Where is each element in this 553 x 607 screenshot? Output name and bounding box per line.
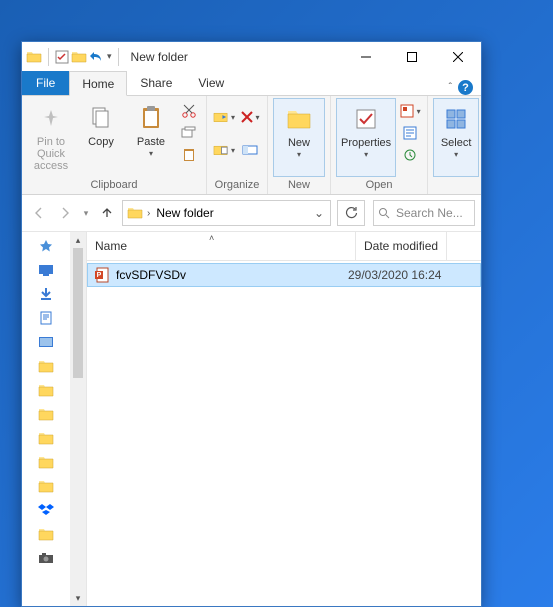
group-label-organize: Organize xyxy=(215,177,260,194)
properties-button[interactable]: Properties ▾ xyxy=(336,98,396,177)
undo-icon[interactable] xyxy=(89,50,105,64)
separator xyxy=(48,48,49,66)
search-icon xyxy=(378,207,390,219)
desktop-icon[interactable] xyxy=(37,262,55,278)
folder-icon[interactable] xyxy=(37,430,55,446)
tab-share[interactable]: Share xyxy=(127,70,185,95)
title-bar: ▾ New folder xyxy=(22,42,481,71)
svg-text:P: P xyxy=(97,272,102,279)
pin-to-quick-access-button[interactable]: Pin to Quick access xyxy=(26,98,76,172)
search-input[interactable] xyxy=(394,205,470,221)
cut-icon[interactable] xyxy=(178,101,200,121)
column-date-modified[interactable]: Date modified xyxy=(356,232,447,260)
ribbon-group-new: New ▾ New xyxy=(268,96,330,194)
refresh-button[interactable] xyxy=(337,200,365,226)
maximize-button[interactable] xyxy=(389,42,435,71)
scroll-down-icon[interactable]: ▾ xyxy=(70,590,86,606)
file-rows[interactable]: P fcvSDFVSDv 29/03/2020 16:24 xyxy=(87,261,481,606)
help-icon[interactable]: ? xyxy=(458,80,473,95)
tab-file[interactable]: File xyxy=(22,71,69,95)
folder-icon[interactable] xyxy=(37,382,55,398)
recent-locations-button[interactable]: ▾ xyxy=(80,202,92,224)
group-label-clipboard: Clipboard xyxy=(90,177,137,194)
scroll-thumb[interactable] xyxy=(73,248,83,378)
close-button[interactable] xyxy=(435,42,481,71)
folder-icon xyxy=(125,206,145,220)
content-area: ▴ ▾ Name Date modified ˄ P fcvSDFVSDv 29… xyxy=(22,232,481,606)
ribbon-tabs: File Home Share View ˆ ? xyxy=(22,71,481,96)
back-button[interactable] xyxy=(28,202,50,224)
column-name[interactable]: Name xyxy=(87,232,356,260)
new-folder-qat-icon[interactable] xyxy=(71,49,87,65)
folder-icon xyxy=(26,49,42,65)
folder-icon[interactable] xyxy=(37,526,55,542)
copy-path-icon[interactable] xyxy=(178,123,200,143)
move-to-icon[interactable]: ▾ xyxy=(213,107,235,127)
window-controls xyxy=(343,42,481,71)
edit-icon[interactable] xyxy=(399,123,421,143)
select-button[interactable]: Select ▾ xyxy=(433,98,479,177)
quick-access-toolbar: ▾ xyxy=(22,48,127,66)
search-box[interactable] xyxy=(373,200,475,226)
ribbon: Pin to Quick access Copy Paste ▾ Clipbo xyxy=(22,96,481,195)
properties-qat-icon[interactable] xyxy=(55,50,69,64)
folder-icon[interactable] xyxy=(37,478,55,494)
column-headers: Name Date modified ˄ xyxy=(87,232,481,261)
group-label-open: Open xyxy=(366,177,393,194)
tab-home[interactable]: Home xyxy=(69,71,127,96)
file-date: 29/03/2020 16:24 xyxy=(340,268,441,282)
group-label-new: New xyxy=(288,177,310,194)
navigation-bar: ▾ › New folder ⌄ xyxy=(22,195,481,232)
copy-button[interactable]: Copy xyxy=(76,98,126,148)
ribbon-group-select: Select ▾ . xyxy=(427,96,484,194)
open-icon[interactable]: ▾ xyxy=(399,101,421,121)
collapse-ribbon-icon[interactable]: ˆ xyxy=(449,82,452,93)
nav-scrollbar[interactable]: ▴ ▾ xyxy=(70,232,86,606)
folder-icon[interactable] xyxy=(37,358,55,374)
address-bar[interactable]: › New folder ⌄ xyxy=(122,200,331,226)
breadcrumb-current[interactable]: New folder xyxy=(152,206,217,220)
sort-indicator-icon: ˄ xyxy=(209,233,214,243)
copy-to-icon[interactable]: ▾ xyxy=(213,140,235,160)
chevron-right-icon[interactable]: › xyxy=(145,208,152,219)
ribbon-group-organize: ▾ ▾ ▾ Organize xyxy=(207,96,268,194)
qat-customize-icon[interactable]: ▾ xyxy=(107,51,112,62)
ribbon-group-open: Properties ▾ ▾ Open xyxy=(330,96,427,194)
nav-tree[interactable] xyxy=(22,232,70,606)
up-button[interactable] xyxy=(96,202,118,224)
address-dropdown-icon[interactable]: ⌄ xyxy=(310,206,328,220)
history-icon[interactable] xyxy=(399,145,421,165)
folder-icon[interactable] xyxy=(37,454,55,470)
camera-icon[interactable] xyxy=(37,550,55,566)
file-name: fcvSDFVSDv xyxy=(116,268,340,282)
scroll-up-icon[interactable]: ▴ xyxy=(70,232,86,248)
tab-view[interactable]: View xyxy=(185,70,237,95)
explorer-window: ▾ New folder File Home Share View ˆ ? Pi… xyxy=(21,41,482,607)
separator xyxy=(118,48,119,66)
forward-button[interactable] xyxy=(54,202,76,224)
delete-icon[interactable]: ▾ xyxy=(239,107,261,127)
ribbon-group-clipboard: Pin to Quick access Copy Paste ▾ Clipbo xyxy=(22,96,207,194)
pictures-icon[interactable] xyxy=(37,334,55,350)
new-button[interactable]: New ▾ xyxy=(273,98,325,177)
navigation-pane: ▴ ▾ xyxy=(22,232,87,606)
window-title: New folder xyxy=(127,50,188,64)
quick-access-icon[interactable] xyxy=(37,238,55,254)
table-row[interactable]: P fcvSDFVSDv 29/03/2020 16:24 xyxy=(87,263,481,287)
downloads-icon[interactable] xyxy=(37,286,55,302)
rename-icon[interactable] xyxy=(239,140,261,160)
powerpoint-file-icon: P xyxy=(88,267,116,283)
documents-icon[interactable] xyxy=(37,310,55,326)
folder-icon[interactable] xyxy=(37,406,55,422)
paste-button[interactable]: Paste ▾ xyxy=(126,98,176,158)
file-list-pane: Name Date modified ˄ P fcvSDFVSDv 29/03/… xyxy=(87,232,481,606)
minimize-button[interactable] xyxy=(343,42,389,71)
dropbox-icon[interactable] xyxy=(37,502,55,518)
paste-shortcut-icon[interactable] xyxy=(178,145,200,165)
